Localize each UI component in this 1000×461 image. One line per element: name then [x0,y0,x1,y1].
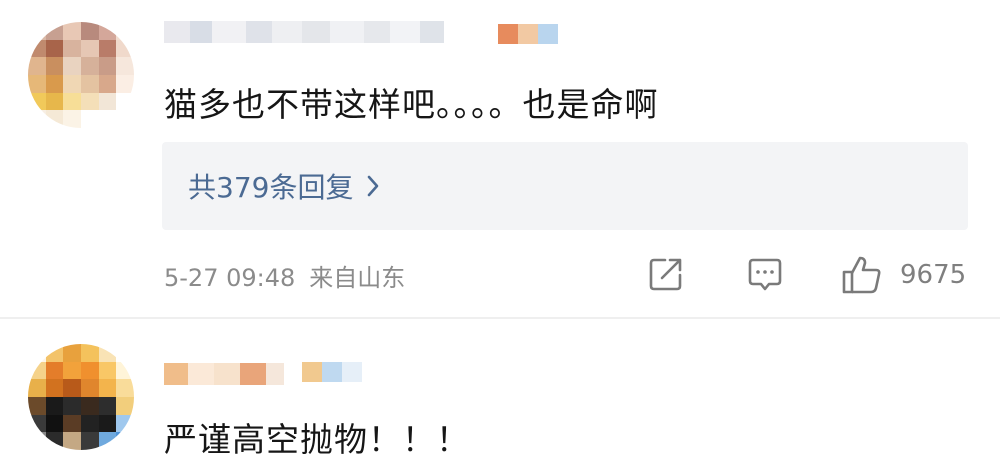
comment-meta: 5-27 09:48 来自山东 [164,258,405,293]
share-icon [646,254,686,294]
username[interactable] [164,360,284,388]
comment-item: 猫多也不带这样吧。。。。也是命啊 共379条回复 5-27 09:48 来自山东 [0,0,1000,318]
comment-button[interactable] [745,254,785,294]
user-badge [302,362,362,382]
comment-icon [745,254,785,294]
username[interactable] [164,18,444,46]
like-count: 9675 [900,260,967,290]
like-icon [840,254,884,296]
avatar[interactable] [28,22,134,128]
share-button[interactable] [646,254,686,294]
comment-location: 来自山东 [309,264,406,292]
comment-text: 猫多也不带这样吧。。。。也是命啊 [164,85,659,124]
comment-time: 5-27 09:48 [164,264,296,292]
replies-count-label: 共379条回复 [188,171,354,204]
like-button[interactable]: 9675 [840,254,966,296]
view-replies-button[interactable]: 共379条回复 [162,142,968,230]
comment-item: 严谨高空抛物！！！ [0,318,1000,459]
user-badge [498,24,558,44]
comment-text: 严谨高空抛物！！！ [164,420,470,459]
chevron-right-icon [365,174,381,198]
avatar[interactable] [28,344,134,450]
